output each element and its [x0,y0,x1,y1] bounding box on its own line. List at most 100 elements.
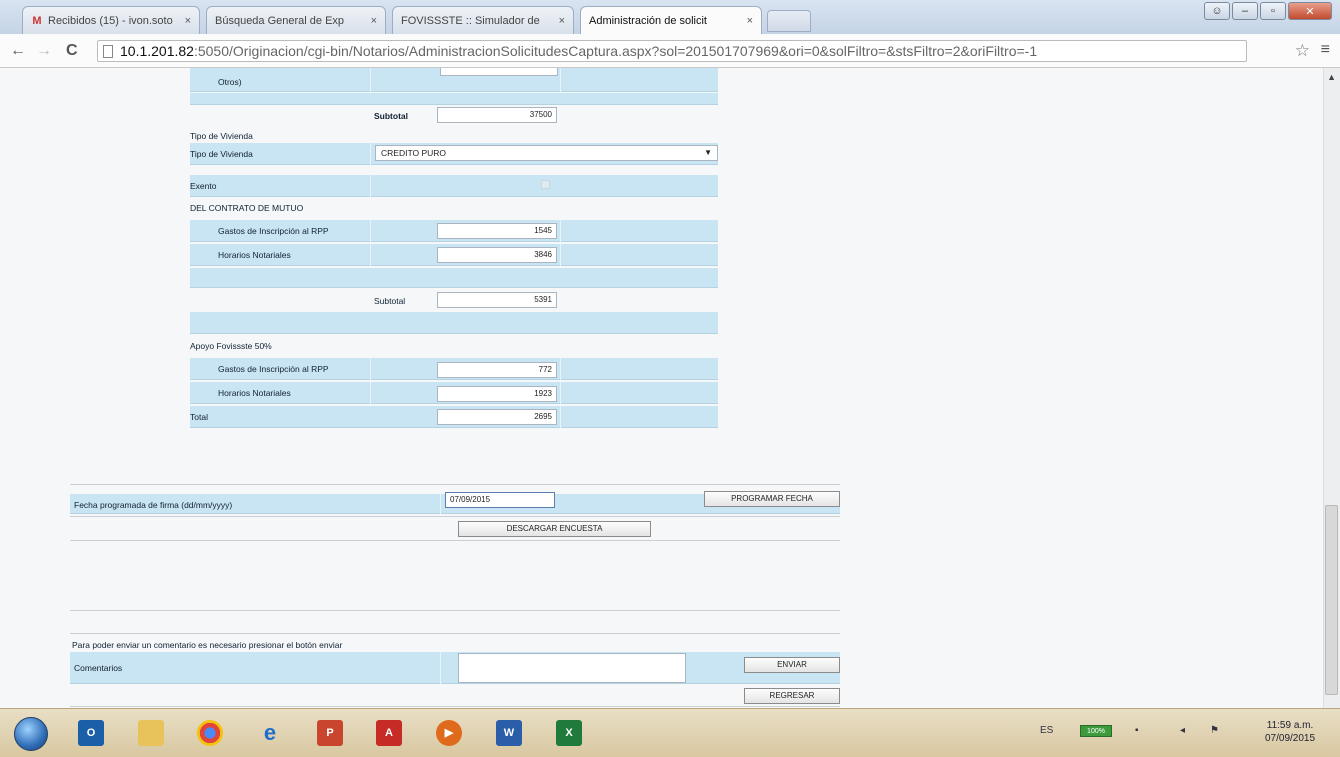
gastos-rpp-input[interactable]: 1545 [437,223,557,239]
apoyo-honorarios-label: Horarios Notariales [218,388,291,398]
close-icon[interactable]: × [185,15,191,27]
enviar-button[interactable]: ENVIAR [744,657,840,673]
back-icon[interactable]: ← [10,42,26,60]
network-icon[interactable]: ▪ [1135,725,1139,736]
clock-date: 07/09/2015 [1265,733,1316,744]
flag-icon[interactable]: ⚑ [1210,725,1219,736]
comentarios-label: Comentarios [74,663,123,673]
bookmark-star-icon[interactable]: ☆ [1295,41,1310,61]
scroll-up-icon[interactable]: ▲ [1327,72,1336,82]
otros-input[interactable] [440,68,558,76]
close-icon[interactable]: × [559,15,565,27]
column-divider [370,244,371,266]
tipo-vivienda-heading: Tipo de Vivienda [190,131,253,141]
excel-icon[interactable]: X [556,720,582,746]
apoyo-gastos-input[interactable]: 772 [437,362,557,378]
column-divider [560,220,561,242]
column-divider [560,358,561,380]
column-divider [370,358,371,380]
page-icon [103,45,113,58]
honorarios-label: Horarios Notariales [218,250,291,260]
divider [70,706,840,707]
contrato-heading: DEL CONTRATO DE MUTUO [190,203,304,213]
tab-gmail[interactable]: M Recibidos (15) - ivon.soto × [22,6,200,34]
spacer-row [190,312,718,334]
total-label: Total [190,412,208,422]
comentarios-row: Comentarios [70,652,840,684]
battery-icon[interactable]: 100% [1080,725,1112,737]
divider [70,610,840,611]
subtotal-label: Subtotal [374,296,406,306]
minimize-icon[interactable]: – [1232,2,1258,20]
chevron-down-icon: ▼ [704,148,712,157]
folder-icon[interactable] [138,720,164,746]
scrollbar-thumb[interactable] [1325,505,1338,695]
tipo-vivienda-label: Tipo de Vivienda [190,149,253,159]
apoyo-gastos-label: Gastos de Inscripción al RPP [218,364,329,374]
close-icon[interactable]: × [747,15,753,27]
total-input[interactable]: 2695 [437,409,557,425]
column-divider [560,68,561,92]
divider [70,484,840,485]
regresar-button[interactable]: REGRESAR [744,688,840,704]
menu-icon[interactable]: ≡ [1321,41,1330,59]
outlook-icon[interactable]: O [78,720,104,746]
comentario-note: Para poder enviar un comentario es neces… [72,640,343,650]
column-divider [370,382,371,404]
fecha-input[interactable]: 07/09/2015 [445,492,555,508]
subtotal-label: Subtotal [374,111,408,121]
address-bar[interactable]: 10.1.201.82:5050/Originacion/cgi-bin/Not… [97,40,1247,62]
gastos-rpp-label: Gastos de Inscripción al RPP [218,226,329,236]
tipo-vivienda-select[interactable]: CREDITO PURO ▼ [375,145,718,161]
word-icon[interactable]: W [496,720,522,746]
close-window-icon[interactable]: ✕ [1288,2,1332,20]
column-divider [370,68,371,92]
tab-title: Búsqueda General de Exp [215,14,345,27]
honorarios-input[interactable]: 3846 [437,247,557,263]
tab-administracion[interactable]: Administración de solicit × [580,6,762,34]
apoyo-heading: Apoyo Fovissste 50% [190,341,272,351]
maximize-icon[interactable]: ▫ [1260,2,1286,20]
tab-title: Recibidos (15) - ivon.soto [48,14,173,27]
forward-icon[interactable]: → [36,42,52,60]
tab-title: Administración de solicit [589,14,707,27]
start-button[interactable] [14,717,48,751]
tab-busqueda[interactable]: Búsqueda General de Exp × [206,6,386,34]
column-divider [440,652,441,684]
powerpoint-icon[interactable]: P [317,720,343,746]
subtotal-input[interactable]: 5391 [437,292,557,308]
clock-time: 11:59 a.m. [1266,720,1314,731]
column-divider [560,382,561,404]
tab-strip: M Recibidos (15) - ivon.soto × Búsqueda … [0,0,1340,34]
otros-label: Otros) [218,77,242,87]
column-divider [440,494,441,514]
tab-simulador[interactable]: FOVISSSTE :: Simulador de × [392,6,574,34]
spacer-row [190,268,718,288]
acrobat-icon[interactable]: A [376,720,402,746]
column-divider [560,406,561,428]
system-clock[interactable]: 11:59 a.m. 07/09/2015 [1265,719,1315,745]
language-indicator[interactable]: ES [1040,725,1053,736]
reload-icon[interactable]: C [66,42,78,60]
fecha-label: Fecha programada de firma (dd/mm/yyyy) [74,500,233,510]
new-tab-button[interactable] [767,10,811,32]
divider [70,540,840,541]
comentarios-textarea[interactable] [458,653,686,683]
user-icon[interactable]: ☺ [1204,2,1230,20]
window-controls: ☺ – ▫ ✕ [1204,2,1332,20]
column-divider [370,220,371,242]
divider [70,633,840,634]
descargar-encuesta-button[interactable]: DESCARGAR ENCUESTA [458,521,651,537]
apoyo-honorarios-input[interactable]: 1923 [437,386,557,402]
close-icon[interactable]: × [371,15,377,27]
chrome-icon[interactable] [197,720,223,746]
media-player-icon[interactable]: ▶ [436,720,462,746]
exento-label: Exento [190,181,217,191]
tipo-vivienda-value: CREDITO PURO [381,148,447,158]
exento-checkbox[interactable] [541,180,550,189]
internet-explorer-icon[interactable]: e [257,720,283,746]
programar-fecha-button[interactable]: PROGRAMAR FECHA [704,491,840,507]
url-host: 10.1.201.82 [120,43,194,59]
volume-icon[interactable]: ◂ [1180,725,1185,736]
subtotal-input[interactable]: 37500 [437,107,557,123]
